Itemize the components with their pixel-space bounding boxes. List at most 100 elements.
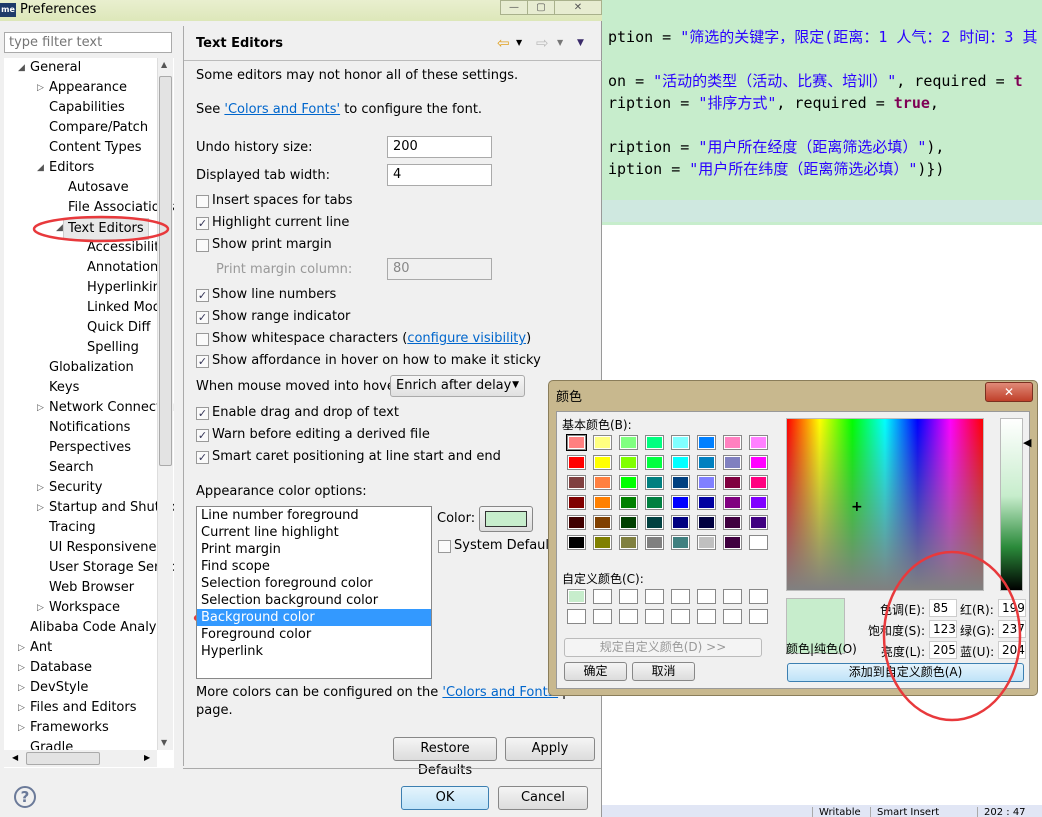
basic-color-swatch[interactable] — [723, 455, 742, 470]
basic-color-swatch[interactable] — [749, 435, 768, 450]
forward-icon[interactable]: ⇨ — [536, 34, 549, 52]
custom-color-swatch[interactable] — [723, 609, 742, 624]
tab-width-input[interactable]: 4 — [387, 164, 492, 186]
basic-color-swatch[interactable] — [697, 455, 716, 470]
tree-item[interactable]: Capabilities — [4, 98, 174, 118]
custom-color-swatch[interactable] — [671, 609, 690, 624]
color-option-item[interactable]: Line number foreground — [197, 507, 431, 524]
tree-item[interactable]: ▷ DevStyle — [4, 678, 174, 698]
expanded-arrow-icon[interactable]: ◢ — [37, 158, 44, 178]
basic-color-swatch[interactable] — [593, 515, 612, 530]
tree-item[interactable]: ▷ Ant — [4, 638, 174, 658]
rgb-blue-input[interactable]: 204 — [998, 641, 1026, 659]
collapsed-arrow-icon[interactable]: ▷ — [18, 698, 25, 718]
basic-color-swatch[interactable] — [593, 495, 612, 510]
basic-color-swatch[interactable] — [671, 495, 690, 510]
basic-color-swatch[interactable] — [645, 435, 664, 450]
basic-color-swatch[interactable] — [619, 495, 638, 510]
color-option-item[interactable]: Foreground color — [197, 626, 431, 643]
colors-fonts-link-2[interactable]: 'Colors and Fonts' — [442, 685, 558, 700]
checkbox[interactable]: ✓ — [196, 217, 209, 230]
add-to-custom-colors-button[interactable]: 添加到自定义颜色(A) — [787, 663, 1024, 682]
rgb-red-input[interactable]: 199 — [998, 599, 1026, 617]
basic-color-swatch[interactable] — [697, 435, 716, 450]
tree-item[interactable]: Autosave — [4, 178, 174, 198]
basic-color-swatch[interactable] — [749, 515, 768, 530]
basic-color-swatch[interactable] — [567, 515, 586, 530]
basic-color-swatch[interactable] — [567, 475, 586, 490]
basic-color-swatch[interactable] — [697, 535, 716, 550]
tree-item[interactable]: ▷ Workspace — [4, 598, 174, 618]
tree-item[interactable]: Search — [4, 458, 174, 478]
basic-color-swatch[interactable] — [567, 455, 586, 470]
cancel-button[interactable]: Cancel — [498, 786, 588, 810]
filter-input[interactable] — [4, 32, 172, 53]
basic-color-swatch[interactable] — [671, 475, 690, 490]
tree-item[interactable]: Web Browser — [4, 578, 174, 598]
luminance-slider[interactable] — [1000, 418, 1023, 591]
hsl-hue-input[interactable]: 85 — [929, 599, 957, 617]
tree-item[interactable]: ▷ Appearance — [4, 78, 174, 98]
tree-vertical-scrollbar[interactable]: ▲ ▼ — [157, 58, 173, 750]
basic-color-swatch[interactable] — [723, 435, 742, 450]
tree-item[interactable]: ◢ Editors — [4, 158, 174, 178]
basic-color-swatch[interactable] — [749, 475, 768, 490]
scroll-down-icon[interactable]: ▼ — [161, 738, 167, 747]
custom-color-swatch[interactable] — [619, 609, 638, 624]
tree-item[interactable]: UI Responsiveness — [4, 538, 174, 558]
color-option-item[interactable]: Print margin — [197, 541, 431, 558]
hscroll-thumb[interactable] — [26, 752, 100, 765]
basic-color-swatch[interactable] — [671, 455, 690, 470]
scroll-left-icon[interactable]: ◀ — [12, 753, 18, 762]
scroll-thumb[interactable] — [159, 76, 172, 466]
close-button[interactable]: ✕ — [554, 0, 602, 15]
basic-color-swatch[interactable] — [697, 475, 716, 490]
view-menu-icon[interactable]: ▼ — [577, 38, 584, 48]
help-icon[interactable]: ? — [14, 786, 36, 808]
basic-color-swatch[interactable] — [723, 495, 742, 510]
back-icon[interactable]: ⇦ — [497, 34, 510, 52]
custom-color-swatch[interactable] — [645, 589, 664, 604]
luminance-arrow-icon[interactable]: ◀ — [1023, 436, 1031, 449]
color-dialog-close-button[interactable]: ✕ — [985, 382, 1033, 402]
tree-item[interactable]: ◢ General — [4, 58, 174, 78]
basic-color-swatch[interactable] — [619, 475, 638, 490]
tree-item[interactable]: Compare/Patch — [4, 118, 174, 138]
custom-color-swatch[interactable] — [567, 609, 586, 624]
custom-color-swatch[interactable] — [619, 589, 638, 604]
basic-color-swatch[interactable] — [593, 455, 612, 470]
checkbox[interactable] — [196, 333, 209, 346]
scroll-up-icon[interactable]: ▲ — [161, 60, 167, 69]
collapsed-arrow-icon[interactable]: ▷ — [37, 78, 44, 98]
collapsed-arrow-icon[interactable]: ▷ — [37, 478, 44, 498]
checkbox[interactable]: ✓ — [196, 289, 209, 302]
color-spectrum[interactable]: + — [786, 418, 984, 591]
tree-item[interactable]: ▷ Security — [4, 478, 174, 498]
back-menu-icon[interactable]: ▼ — [516, 38, 522, 47]
tree-item[interactable]: File Associations — [4, 198, 174, 218]
custom-color-swatch[interactable] — [671, 589, 690, 604]
basic-color-swatch[interactable] — [645, 535, 664, 550]
collapsed-arrow-icon[interactable]: ▷ — [18, 678, 25, 698]
tree-item[interactable]: Linked Mode — [4, 298, 174, 318]
basic-color-swatch[interactable] — [645, 455, 664, 470]
tree-item[interactable]: Tracing — [4, 518, 174, 538]
custom-color-swatch[interactable] — [723, 589, 742, 604]
basic-color-swatch[interactable] — [723, 515, 742, 530]
undo-history-input[interactable]: 200 — [387, 136, 492, 158]
tree-item[interactable]: Hyperlinking — [4, 278, 174, 298]
basic-color-swatch[interactable] — [749, 495, 768, 510]
color-option-item[interactable]: Find scope — [197, 558, 431, 575]
basic-color-swatch[interactable] — [671, 515, 690, 530]
ok-button[interactable]: OK — [401, 786, 489, 810]
tree-item[interactable]: Spelling — [4, 338, 174, 358]
basic-color-swatch[interactable] — [567, 495, 586, 510]
custom-color-swatch[interactable] — [645, 609, 664, 624]
basic-color-swatch[interactable] — [593, 535, 612, 550]
color-option-item[interactable]: Current line highlight — [197, 524, 431, 541]
collapsed-arrow-icon[interactable]: ▷ — [37, 598, 44, 618]
custom-color-swatch[interactable] — [749, 589, 768, 604]
custom-color-swatch[interactable] — [749, 609, 768, 624]
maximize-button[interactable]: ▢ — [527, 0, 555, 15]
basic-color-swatch[interactable] — [566, 434, 587, 451]
